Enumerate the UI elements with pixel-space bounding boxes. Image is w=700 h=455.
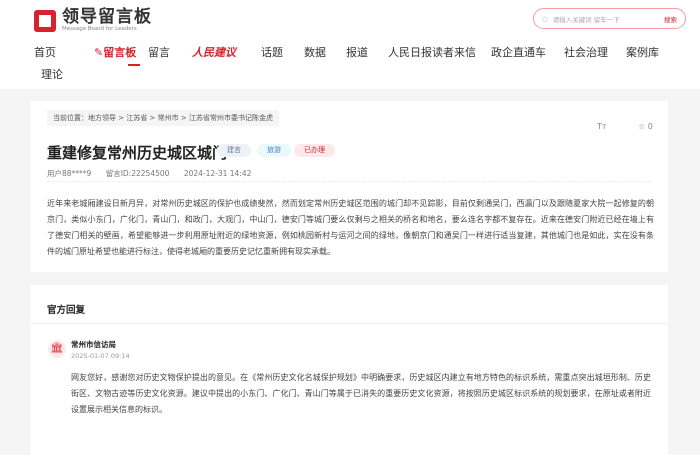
message-body: 近年来老城厢建设日新月异，对常州历史城区的保护也成绩斐然，然而划定常州历史城区范…: [47, 199, 654, 256]
message-id: 留言ID:22254500: [105, 169, 170, 178]
active-indicator: [128, 64, 140, 66]
section-title: 官方回复: [47, 305, 86, 316]
nav-people-suggestions[interactable]: 人民建议: [192, 44, 236, 60]
nav-message-board[interactable]: ✎留言板: [94, 44, 136, 60]
post-date: 2024-12-31 14:42: [183, 169, 252, 178]
nav-letters[interactable]: 人民日报读者来信: [388, 44, 476, 60]
search-button[interactable]: 搜索: [664, 14, 677, 24]
nav-social-governance[interactable]: 社会治理: [564, 44, 608, 60]
favorite-button[interactable]: ☆ 0: [638, 122, 653, 131]
author: 用户88****9: [47, 169, 92, 178]
nav-home[interactable]: 首页: [34, 44, 56, 60]
reply-card: 官方回复 🏛 常州市信访局 2025-01-07 09:14 网友您好，感谢您对…: [30, 285, 668, 455]
logo-subtitle: Message Board for Leaders: [62, 26, 137, 32]
nav-reports[interactable]: 报道: [346, 44, 368, 60]
search-input[interactable]: 请输入关键词 留车一下: [553, 14, 664, 24]
breadcrumb[interactable]: 当前位置：地方领导 > 江苏省 > 常州市 > 江苏省常州市委书记陈金虎: [47, 110, 279, 126]
nav-messages[interactable]: 留言: [148, 44, 170, 60]
site-logo[interactable]: 领导留言板 Message Board for Leaders: [34, 8, 152, 33]
font-size-icon[interactable]: Tт: [597, 122, 607, 131]
status-badge: 已办理: [294, 144, 335, 157]
logo-title: 领导留言板: [62, 7, 152, 27]
search-box[interactable]: ○ 请输入关键词 留车一下 搜索: [533, 8, 686, 29]
star-icon: ☆: [638, 122, 646, 131]
tag-suggestion: 建言: [217, 144, 251, 157]
nav-label: 留言板: [103, 46, 137, 59]
divider: [30, 323, 668, 324]
message-meta: 用户88****9 留言ID:22254500 2024-12-31 14:42: [47, 168, 263, 179]
site-header: 领导留言板 Message Board for Leaders ○ 请输入关键词…: [0, 0, 700, 89]
logo-icon: [34, 9, 56, 32]
nav-case-library[interactable]: 案例库: [626, 44, 659, 60]
nav-topics[interactable]: 话题: [261, 44, 283, 60]
divider: [47, 181, 651, 182]
search-icon: ○: [542, 14, 548, 23]
message-card: 当前位置：地方领导 > 江苏省 > 常州市 > 江苏省常州市委书记陈金虎 Tт …: [30, 101, 668, 272]
reply-org: 常州市信访局: [71, 340, 116, 349]
nav-gov-business[interactable]: 政企直通车: [491, 44, 546, 60]
reply-date: 2025-01-07 09:14: [71, 352, 130, 360]
tag-tourism: 旅游: [257, 144, 291, 157]
reply-body: 网友您好，感谢您对历史文物保护提出的意见。在《常州历史文化名城保护规划》中明确要…: [71, 373, 651, 414]
nav-theory[interactable]: 理论: [41, 66, 63, 82]
nav-data[interactable]: 数据: [304, 44, 326, 60]
favorite-count: 0: [647, 122, 653, 131]
government-building-icon: 🏛: [48, 340, 66, 358]
page-title: 重建修复常州历史城区城门: [47, 144, 228, 162]
